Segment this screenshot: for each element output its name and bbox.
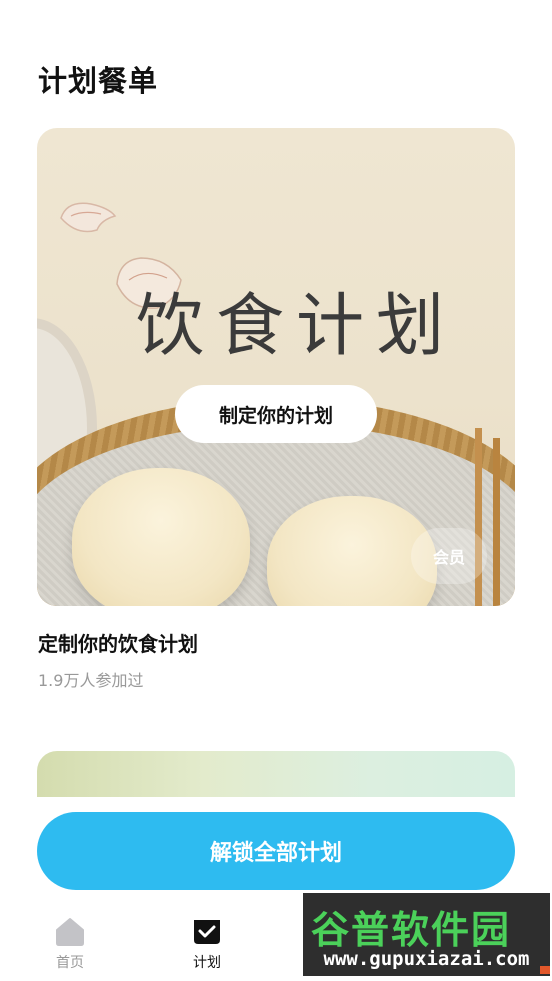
tab-home-label: 首页 [56, 955, 84, 971]
plan-card-title[interactable]: 定制你的饮食计划 [38, 628, 198, 657]
plan-participants: 1.9万人参加过 [38, 671, 144, 690]
watermark-logo: 谷普软件园 www.gupuxiazai.com [303, 893, 550, 976]
make-plan-button[interactable]: 制定你的计划 [175, 385, 377, 443]
watermark-title: 谷普软件园 [311, 908, 512, 952]
tab-plan-label: 计划 [193, 955, 221, 971]
unlock-all-plans-button[interactable]: 解锁全部计划 [37, 812, 515, 890]
plan-check-icon [194, 920, 220, 944]
watermark-accent [540, 966, 550, 974]
garlic-clove-image [60, 202, 117, 233]
tab-home[interactable]: 首页 [38, 916, 102, 972]
page-title: 计划餐单 [38, 64, 159, 98]
chopsticks-image [475, 428, 500, 606]
home-icon [56, 918, 84, 946]
plan-card-image[interactable]: 饮食计划 制定你的计划 会员 [37, 128, 515, 606]
member-badge: 会员 [411, 528, 487, 584]
plan-banner-title: 饮食计划 [135, 287, 456, 366]
tab-plan[interactable]: 计划 [175, 916, 239, 972]
watermark-url: www.gupuxiazai.com [323, 948, 530, 970]
steamed-bun-image [72, 468, 250, 606]
